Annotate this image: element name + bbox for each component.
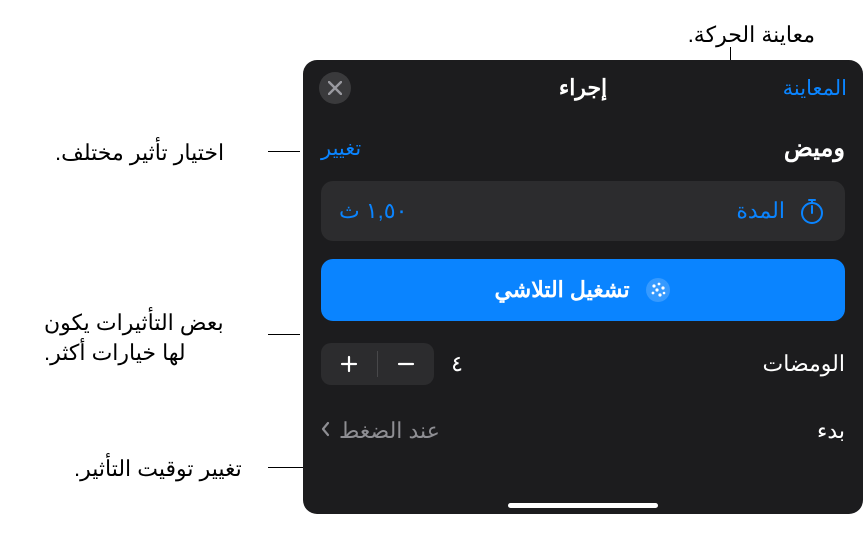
panel-title: إجراء: [559, 75, 607, 101]
plus-icon: [339, 354, 359, 374]
callout-preview: معاينة الحركة.: [688, 20, 815, 50]
flashes-value: ٤: [448, 351, 466, 377]
stepper-minus-button[interactable]: [378, 343, 434, 385]
duration-label: المدة: [736, 198, 785, 224]
close-button[interactable]: [319, 72, 351, 104]
minus-icon: [396, 354, 416, 374]
play-fade-label: تشغيل التلاشي: [494, 277, 629, 303]
duration-row[interactable]: المدة ١,٥٠ ث: [321, 181, 845, 241]
start-label: بدء: [817, 418, 845, 444]
duration-label-group: المدة: [736, 196, 827, 226]
callout-options: بعض التأثيرات يكون لها خيارات أكثر.: [44, 308, 224, 367]
home-indicator: [508, 503, 658, 508]
leader-change: [268, 151, 300, 152]
stopwatch-icon: [797, 196, 827, 226]
play-fade-button[interactable]: تشغيل التلاشي: [321, 259, 845, 321]
duration-value: ١,٥٠ ث: [339, 198, 407, 224]
callout-change: اختيار تأثير مختلف.: [55, 138, 224, 168]
callout-timing: تغيير توقيت التأثير.: [74, 454, 242, 484]
start-value-group[interactable]: عند الضغط: [321, 418, 440, 444]
flashes-label: الومضات: [763, 351, 845, 377]
effect-header-row: وميض تغيير: [303, 134, 863, 163]
stepper-plus-button[interactable]: [321, 343, 377, 385]
effect-name: وميض: [784, 134, 845, 163]
flashes-row: الومضات ٤: [303, 343, 863, 407]
flashes-stepper: [321, 343, 434, 385]
chevron-left-icon: [321, 421, 331, 442]
change-effect-link[interactable]: تغيير: [321, 136, 361, 161]
stepper-separator: [377, 351, 378, 377]
close-icon: [328, 81, 342, 95]
flashes-stepper-group: ٤: [321, 343, 466, 385]
fade-icon: [644, 276, 672, 304]
panel-header: المعاينة إجراء: [303, 60, 863, 116]
start-value: عند الضغط: [339, 418, 440, 444]
leader-options: [268, 334, 300, 335]
start-row[interactable]: بدء عند الضغط: [303, 407, 863, 455]
preview-link[interactable]: المعاينة: [783, 76, 847, 101]
action-panel: المعاينة إجراء وميض تغيير المدة: [303, 60, 863, 514]
